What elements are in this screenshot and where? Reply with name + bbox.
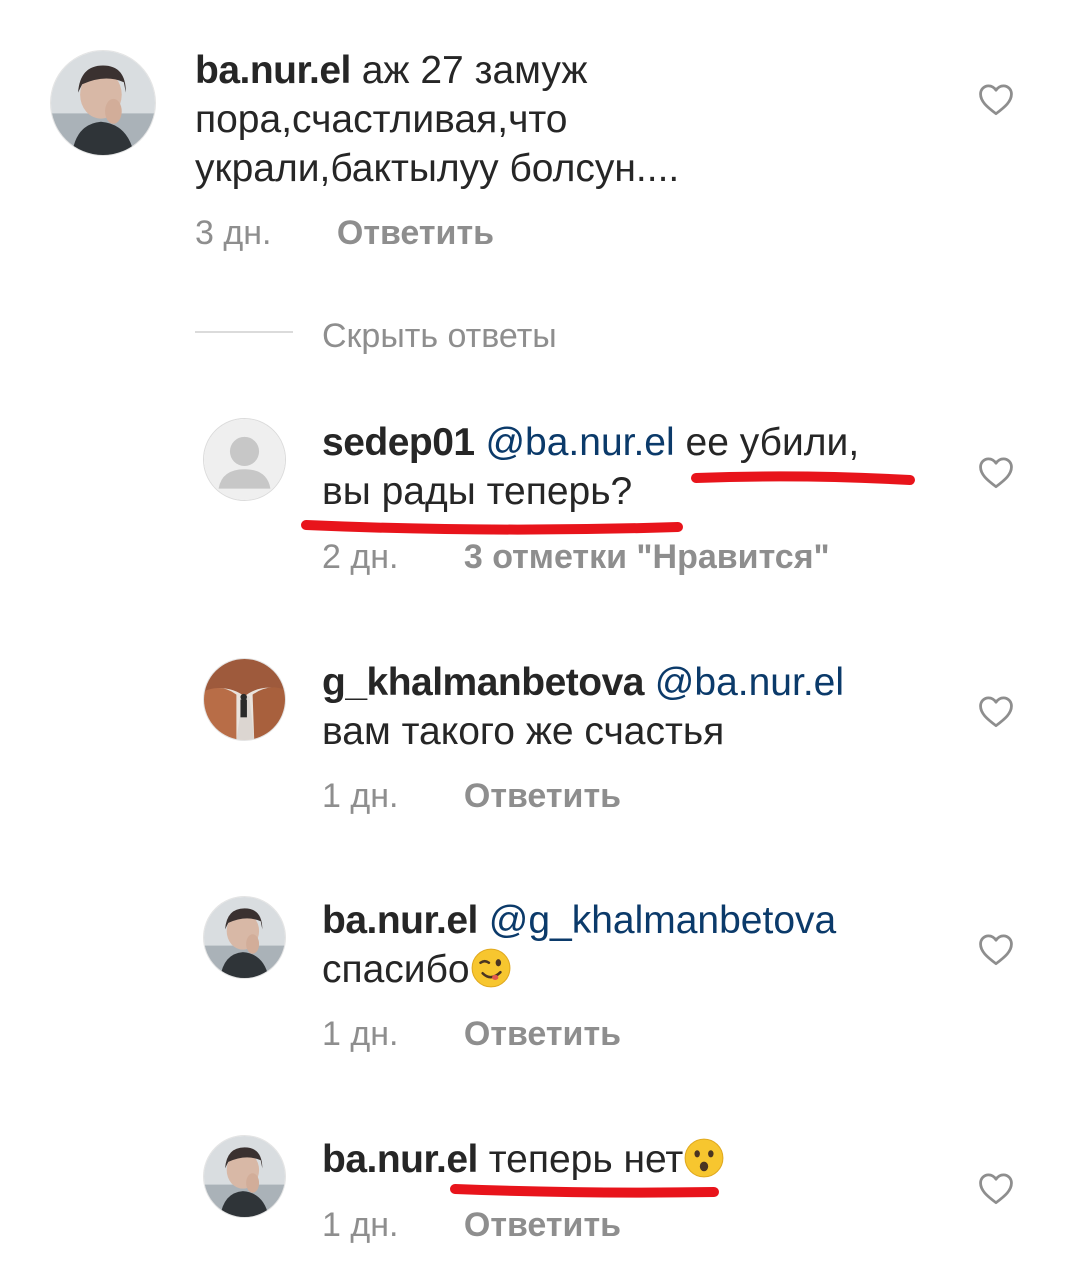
reply-3-username[interactable]: ba.nur.el: [322, 899, 478, 942]
reply-2-reply-button[interactable]: Ответить: [464, 777, 621, 815]
red-underline-annotation: [691, 471, 915, 485]
surprised-face-emoji-icon: [683, 1137, 725, 1179]
comment-username[interactable]: ba.nur.el: [195, 49, 351, 92]
like-heart-icon[interactable]: [977, 82, 1015, 116]
reply-3-text: ba.nur.el @g_khalmanbetova спасибо: [322, 896, 962, 994]
reply-2-meta: 1 дн. Ответить: [322, 776, 621, 816]
reply-3-meta: 1 дн. Ответить: [322, 1014, 621, 1054]
reply-4-line1: теперь нет: [488, 1138, 684, 1181]
comment-line2: пора,счастливая,что: [195, 98, 568, 141]
reply-4-text: ba.nur.el теперь нет: [322, 1135, 962, 1184]
red-underline-annotation: [301, 520, 683, 535]
reply-2-like-heart-icon[interactable]: [977, 694, 1015, 728]
hide-replies-divider: [195, 331, 293, 333]
red-underline-annotation: [450, 1184, 719, 1198]
reply-3-line2: спасибо: [322, 948, 470, 991]
reply-1-mention[interactable]: @ba.nur.el: [485, 421, 674, 464]
reply-1-time: 2 дн.: [322, 538, 399, 576]
reply-3-like-heart-icon[interactable]: [977, 932, 1015, 966]
reply-3-time: 1 дн.: [322, 1015, 399, 1053]
avatar-ba-nur-el[interactable]: [203, 896, 286, 979]
reply-1-likes-button[interactable]: 3 отметки "Нравится": [464, 538, 830, 576]
avatar-g-khalmanbetova[interactable]: [203, 658, 286, 741]
reply-1-meta: 2 дн. 3 отметки "Нравится": [322, 537, 830, 577]
reply-3-mention[interactable]: @g_khalmanbetova: [489, 899, 836, 942]
reply-4-time: 1 дн.: [322, 1206, 399, 1244]
reply-1-like-heart-icon[interactable]: [977, 455, 1015, 489]
reply-1-username[interactable]: sedep01: [322, 421, 475, 464]
winking-face-emoji-icon: [470, 947, 512, 989]
comment-meta: 3 дн. Ответить: [195, 213, 494, 253]
comment-line1: аж 27 замуж: [361, 49, 588, 92]
reply-3-reply-button[interactable]: Ответить: [464, 1015, 621, 1053]
reply-4-meta: 1 дн. Ответить: [322, 1205, 621, 1245]
avatar-sedep01[interactable]: [203, 418, 286, 501]
reply-4-reply-button[interactable]: Ответить: [464, 1206, 621, 1244]
reply-button[interactable]: Ответить: [337, 214, 494, 252]
reply-4-username[interactable]: ba.nur.el: [322, 1138, 478, 1181]
avatar-ba-nur-el[interactable]: [50, 50, 156, 156]
comment-time: 3 дн.: [195, 214, 272, 252]
comment-text: ba.nur.el аж 27 замуж пора,счастливая,чт…: [195, 46, 895, 193]
reply-2-text: g_khalmanbetova @ba.nur.el вам такого же…: [322, 658, 962, 756]
reply-2-time: 1 дн.: [322, 777, 399, 815]
reply-4-like-heart-icon[interactable]: [977, 1171, 1015, 1205]
comment-line3: украли,бактылуу болсун....: [195, 147, 680, 190]
hide-replies-button[interactable]: Скрыть ответы: [322, 316, 557, 356]
reply-2-username[interactable]: g_khalmanbetova: [322, 661, 644, 704]
reply-1-line2: вы рады теперь?: [322, 470, 633, 513]
reply-1-line1: ее убили,: [685, 421, 860, 464]
reply-2-mention[interactable]: @ba.nur.el: [655, 661, 844, 704]
reply-2-line2: вам такого же счастья: [322, 710, 725, 753]
avatar-ba-nur-el[interactable]: [203, 1135, 286, 1218]
